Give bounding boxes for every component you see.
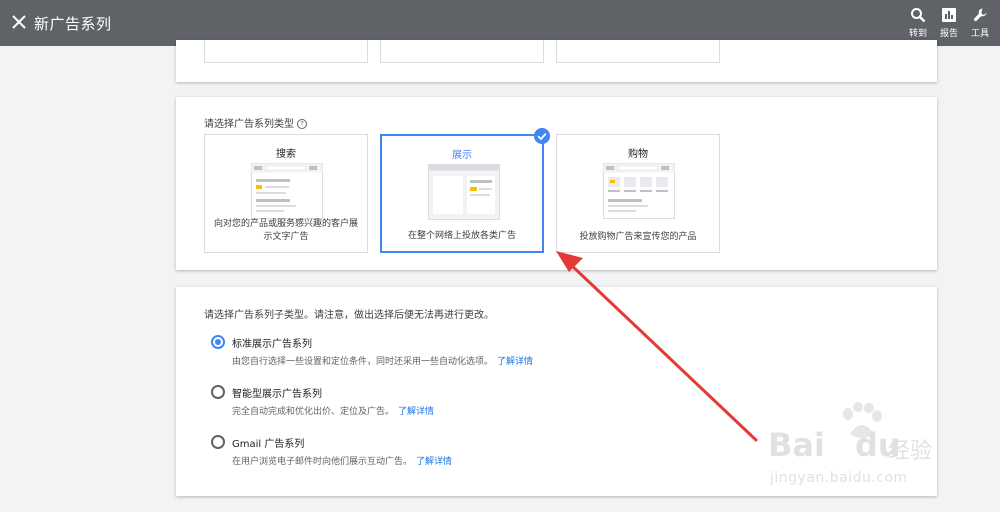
baidu-watermark: Bai du 经验 jingyan.baidu.com — [760, 400, 960, 500]
watermark-brand-cn: 经验 — [888, 439, 933, 464]
watermark-brand: Bai du — [768, 426, 901, 464]
watermark-url: jingyan.baidu.com — [770, 470, 908, 486]
